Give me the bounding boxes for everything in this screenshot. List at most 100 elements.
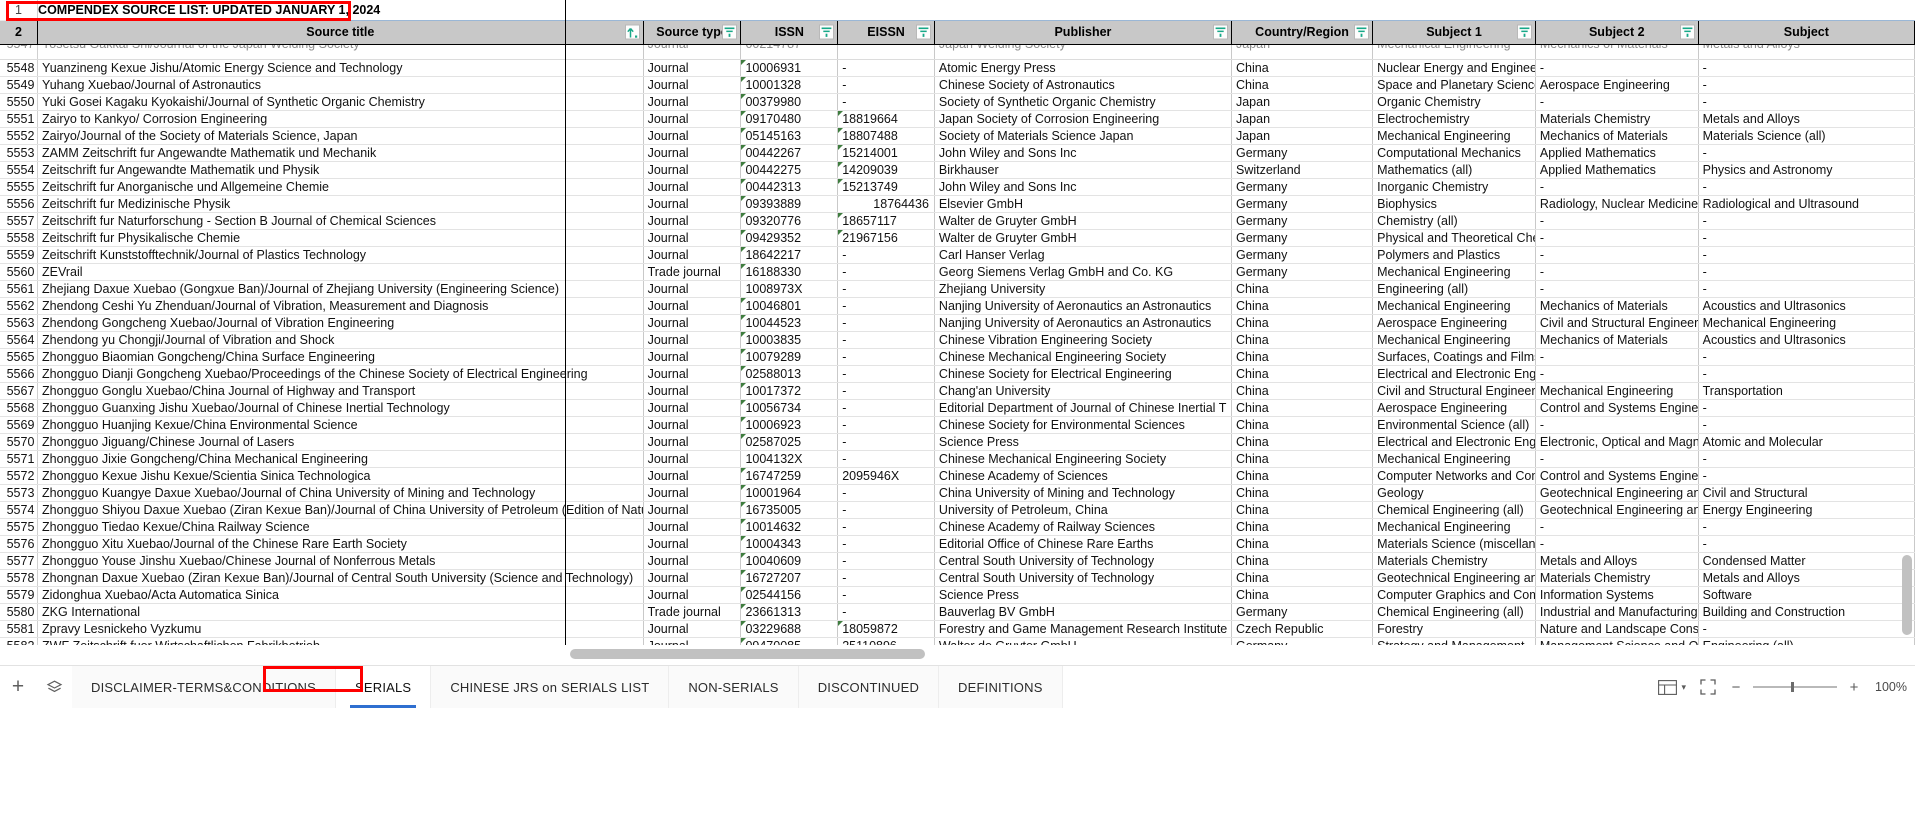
cell-source-title[interactable]: Zhongguo Jixie Gongcheng/China Mechanica… xyxy=(37,450,644,468)
cell-subject-2[interactable]: Information Systems xyxy=(1535,586,1699,604)
column-header-publisher[interactable]: Publisher xyxy=(934,19,1232,45)
table-row[interactable]: 5571 Zhongguo Jixie Gongcheng/China Mecha… xyxy=(0,450,1915,468)
cell-source-type[interactable]: Journal xyxy=(643,246,742,264)
cell-source-type[interactable]: Journal xyxy=(643,620,742,638)
cell-subject-3[interactable]: - xyxy=(1698,535,1915,553)
cell-publisher[interactable]: Science Press xyxy=(934,586,1232,604)
row-number[interactable]: 5579 xyxy=(0,586,39,604)
cell-country[interactable]: China xyxy=(1231,399,1374,417)
column-header-country-region[interactable]: Country/Region xyxy=(1231,19,1374,45)
cell-source-title[interactable]: Zeitschrift Kunststofftechnik/Journal of… xyxy=(37,246,644,264)
cell-source-title[interactable]: Zhongnan Daxue Xuebao (Ziran Kexue Ban)/… xyxy=(37,569,644,587)
cell-eissn[interactable]: - xyxy=(837,569,935,587)
cell-issn[interactable]: 05145163 xyxy=(740,127,839,145)
cell-subject-3[interactable]: Building and Construction xyxy=(1698,603,1915,621)
cell-eissn[interactable]: - xyxy=(837,348,935,366)
cell-source-title[interactable]: Zhongguo Tiedao Kexue/China Railway Scie… xyxy=(37,518,644,536)
cell-subject-1[interactable]: Mechanical Engineering xyxy=(1372,518,1536,536)
cell-subject-3[interactable]: Civil and Structural xyxy=(1698,484,1915,502)
cell-subject-3[interactable]: - xyxy=(1698,178,1915,196)
cell-subject-3[interactable]: Energy Engineering xyxy=(1698,501,1915,519)
cell-source-title[interactable]: Zeitschrift fur Physikalische Chemie xyxy=(37,229,644,247)
cell-country[interactable]: Czech Republic xyxy=(1231,620,1374,638)
table-row[interactable]: 5561 Zhejiang Daxue Xuebao (Gongxue Ban)/… xyxy=(0,280,1915,298)
row-number[interactable]: 5574 xyxy=(0,501,39,519)
cell-issn[interactable]: 02544156 xyxy=(740,586,839,604)
row-number[interactable]: 5556 xyxy=(0,195,39,213)
cell-source-title[interactable]: Zhendong Gongcheng Xuebao/Journal of Vib… xyxy=(37,314,644,332)
cell-source-title[interactable]: Yuanzineng Kexue Jishu/Atomic Energy Sci… xyxy=(37,59,644,77)
cell-source-title[interactable]: Zhongguo Dianji Gongcheng Xuebao/Proceed… xyxy=(37,365,644,383)
cell-issn[interactable]: 10001328 xyxy=(740,76,839,94)
cell-eissn[interactable]: - xyxy=(837,586,935,604)
cell-source-title[interactable]: Zeitschrift fur Medizinische Physik xyxy=(37,195,644,213)
cell-publisher[interactable]: China University of Mining and Technolog… xyxy=(934,484,1232,502)
page-layout-button[interactable]: ▾ xyxy=(1658,679,1686,695)
cell-eissn[interactable]: - xyxy=(837,365,935,383)
cell-eissn[interactable]: - xyxy=(837,280,935,298)
column-header-source-type[interactable]: Source type xyxy=(643,19,742,45)
row-number[interactable]: 5550 xyxy=(0,93,39,111)
cell-eissn[interactable]: - xyxy=(837,501,935,519)
cell-subject-3[interactable]: - xyxy=(1698,416,1915,434)
cell-subject-3[interactable]: - xyxy=(1698,93,1915,111)
table-row[interactable]: 5567 Zhongguo Gonglu Xuebao/China Journal… xyxy=(0,382,1915,400)
cell-subject-1[interactable]: Mechanical Engineering xyxy=(1372,450,1536,468)
cell-publisher[interactable]: Japan Welding Society xyxy=(934,44,1232,60)
cell-subject-3[interactable]: Radiological and Ultrasound xyxy=(1698,195,1915,213)
row-number[interactable]: 5566 xyxy=(0,365,39,383)
cell-eissn[interactable]: - xyxy=(837,246,935,264)
cell-subject-1[interactable]: Mechanical Engineering xyxy=(1372,263,1536,281)
cell-subject-3[interactable]: Software xyxy=(1698,586,1915,604)
cell-publisher[interactable]: Walter de Gruyter GmbH xyxy=(934,637,1232,645)
row-number[interactable]: 5578 xyxy=(0,569,39,587)
table-row[interactable]: 5547Yosetsu Gakkai Shi/Journal of the Ja… xyxy=(0,44,1915,60)
cell-subject-1[interactable]: Mechanical Engineering xyxy=(1372,297,1536,315)
cell-country[interactable]: China xyxy=(1231,280,1374,298)
cell-subject-3[interactable]: Mechanical Engineering xyxy=(1698,314,1915,332)
cell-issn[interactable]: 10014632 xyxy=(740,518,839,536)
cell-source-title[interactable]: Zeitschrift fur Angewandte Mathematik un… xyxy=(37,161,644,179)
cell-country[interactable]: Japan xyxy=(1231,127,1374,145)
cell-subject-2[interactable]: - xyxy=(1535,280,1699,298)
cell-country[interactable]: China xyxy=(1231,433,1374,451)
cell-eissn[interactable]: 18059872 xyxy=(837,620,935,638)
filter-button-3[interactable] xyxy=(915,24,931,40)
cell-country[interactable]: China xyxy=(1231,552,1374,570)
cell-publisher[interactable]: Society of Materials Science Japan xyxy=(934,127,1232,145)
cell-issn[interactable]: 16735005 xyxy=(740,501,839,519)
cell-eissn[interactable]: - xyxy=(837,433,935,451)
cell-country[interactable]: Germany xyxy=(1231,603,1374,621)
cell-publisher[interactable]: Bauverlag BV GmbH xyxy=(934,603,1232,621)
cell-subject-1[interactable]: Geotechnical Engineering and xyxy=(1372,569,1536,587)
cell-source-title[interactable]: Yuhang Xuebao/Journal of Astronautics xyxy=(37,76,644,94)
cell-subject-3[interactable]: - xyxy=(1698,450,1915,468)
cell-publisher[interactable]: Zhejiang University xyxy=(934,280,1232,298)
cell-subject-3[interactable]: - xyxy=(1698,246,1915,264)
cell-country[interactable]: Germany xyxy=(1231,178,1374,196)
cell-issn[interactable]: 00214787 xyxy=(740,44,839,60)
row-number[interactable]: 5572 xyxy=(0,467,39,485)
cell-country[interactable]: Germany xyxy=(1231,212,1374,230)
cell-issn[interactable]: 10056734 xyxy=(740,399,839,417)
cell-subject-3[interactable]: Metals and Alloys xyxy=(1698,110,1915,128)
cell-source-type[interactable]: Journal xyxy=(643,178,742,196)
cell-issn[interactable]: 18642217 xyxy=(740,246,839,264)
cell-subject-3[interactable]: Transportation xyxy=(1698,382,1915,400)
cell-source-title[interactable]: Zhongguo Jiguang/Chinese Journal of Lase… xyxy=(37,433,644,451)
cell-subject-1[interactable]: Physical and Theoretical Chemistry xyxy=(1372,229,1536,247)
cell-source-title[interactable]: Yosetsu Gakkai Shi/Journal of the Japan … xyxy=(37,44,644,60)
cell-source-title[interactable]: ZAMM Zeitschrift fur Angewandte Mathemat… xyxy=(37,144,644,162)
cell-source-title[interactable]: Zhejiang Daxue Xuebao (Gongxue Ban)/Jour… xyxy=(37,280,644,298)
cell-subject-2[interactable]: Metals and Alloys xyxy=(1535,552,1699,570)
cell-subject-1[interactable]: Computational Mechanics xyxy=(1372,144,1536,162)
row-number[interactable]: 5565 xyxy=(0,348,39,366)
cell-subject-3[interactable]: Metals and Alloys xyxy=(1698,569,1915,587)
table-row[interactable]: 5550 Yuki Gosei Kagaku Kyokaishi/Journal … xyxy=(0,93,1915,111)
cell-subject-2[interactable]: Radiology, Nuclear Medicine xyxy=(1535,195,1699,213)
row-number[interactable]: 1 xyxy=(0,0,39,21)
table-row[interactable]: 5580 ZKG International Trade journal 236613… xyxy=(0,603,1915,621)
cell-subject-2[interactable]: - xyxy=(1535,178,1699,196)
cell-source-title[interactable]: Zhongguo Kuangye Daxue Xuebao/Journal of… xyxy=(37,484,644,502)
cell-source-type[interactable]: Journal xyxy=(643,144,742,162)
